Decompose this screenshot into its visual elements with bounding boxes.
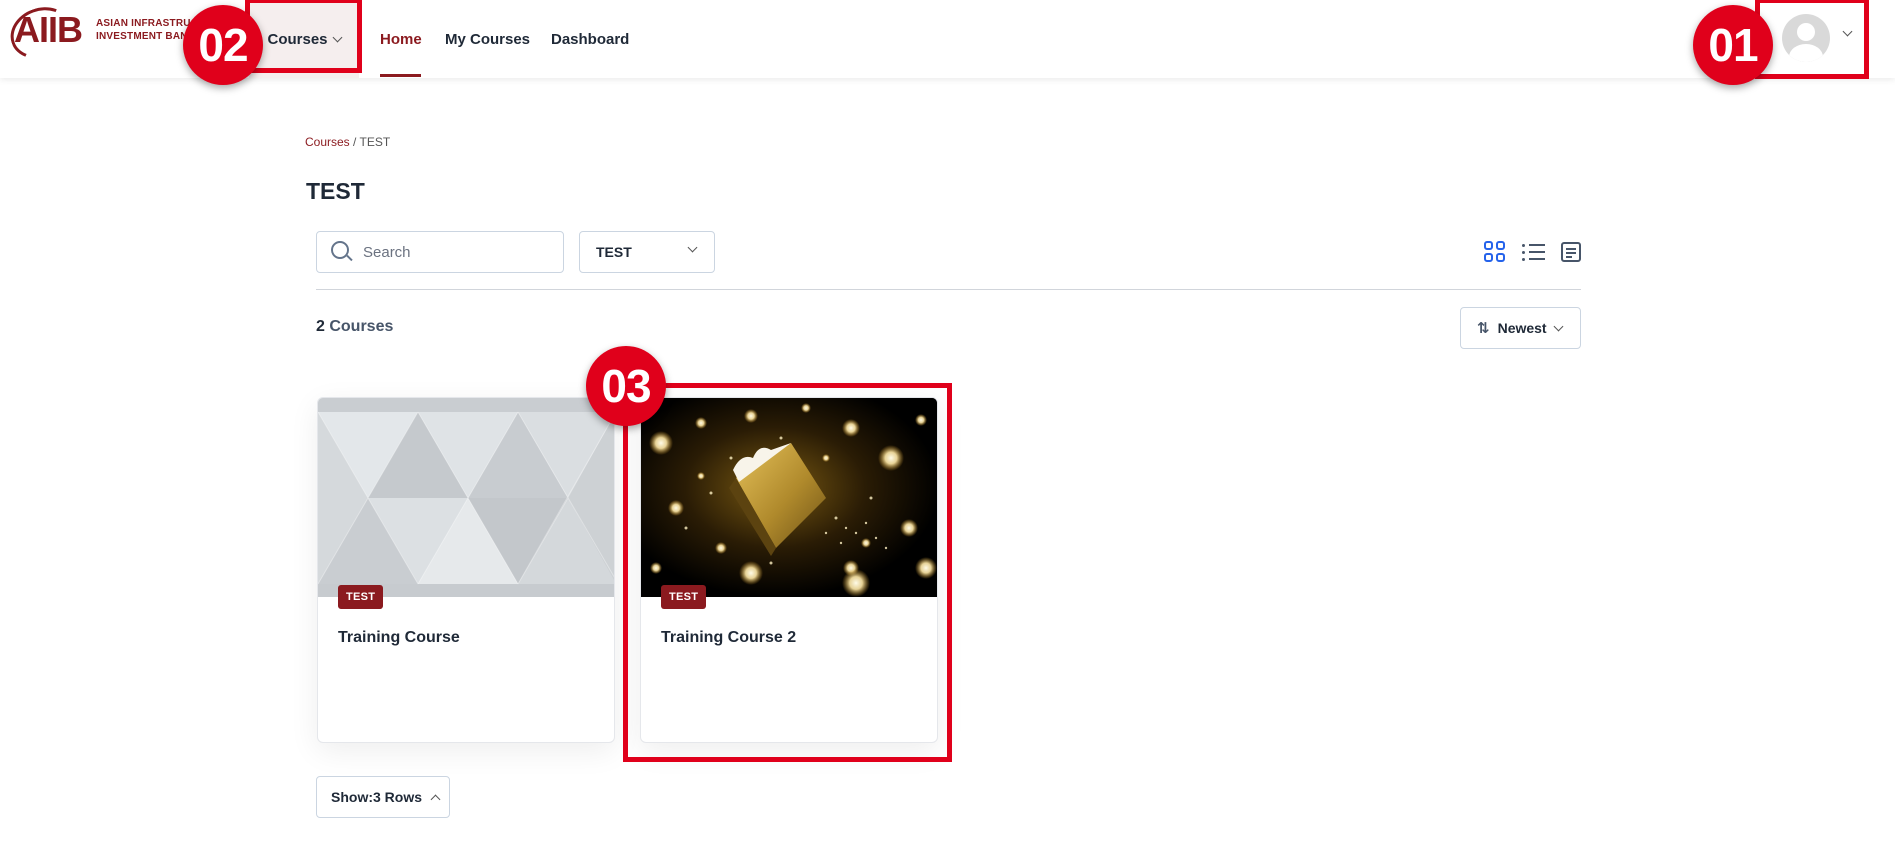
category-select-value: TEST	[596, 244, 632, 260]
active-tab-indicator	[380, 74, 421, 77]
nav-home[interactable]: Home	[380, 0, 422, 78]
search-icon	[331, 241, 353, 263]
breadcrumb-courses-link[interactable]: Courses	[305, 135, 350, 149]
sort-icon: ⇅	[1477, 320, 1490, 337]
course-count-number: 2	[316, 318, 325, 335]
breadcrumb-current: TEST	[359, 135, 391, 149]
search-input[interactable]	[363, 243, 553, 261]
rows-per-page-label: Show:3 Rows	[331, 789, 423, 805]
course-count-label: Courses	[324, 318, 394, 335]
category-select[interactable]: TEST	[579, 231, 715, 273]
nav-my-courses[interactable]: My Courses	[445, 0, 530, 78]
breadcrumb-separator: /	[349, 135, 360, 149]
list-view-icon[interactable]	[1521, 240, 1545, 264]
chevron-down-icon	[687, 242, 698, 253]
sort-dropdown-label: Newest	[1497, 320, 1547, 336]
page-title: TEST	[306, 178, 365, 204]
course-count: 2 Courses	[316, 318, 393, 336]
grid-view-icon[interactable]	[1483, 240, 1507, 264]
nav-dashboard[interactable]: Dashboard	[551, 0, 629, 78]
summary-view-icon[interactable]	[1559, 240, 1583, 264]
annotation-badge-03: 03	[586, 346, 666, 426]
annotation-badge-01: 01	[1693, 5, 1773, 85]
view-mode-toggle	[1483, 240, 1583, 264]
breadcrumb: Courses / TEST	[305, 135, 390, 149]
chevron-up-icon	[430, 794, 441, 804]
rows-per-page-dropdown[interactable]: Show:3 Rows	[316, 776, 450, 818]
annotation-box-03	[623, 383, 952, 762]
sort-dropdown[interactable]: ⇅ Newest	[1460, 307, 1581, 349]
annotation-badge-02: 02	[183, 5, 263, 85]
chevron-down-icon	[1553, 321, 1564, 331]
course-category-badge: TEST	[338, 585, 384, 609]
search-box[interactable]	[316, 231, 564, 273]
course-title[interactable]: Training Course	[338, 629, 460, 647]
filter-divider	[316, 289, 1581, 290]
annotation-box-02	[245, 0, 362, 73]
course-card[interactable]: TEST Training Course	[317, 397, 615, 743]
logo-mark: AIIB	[3, 0, 83, 68]
course-thumbnail	[318, 398, 614, 597]
